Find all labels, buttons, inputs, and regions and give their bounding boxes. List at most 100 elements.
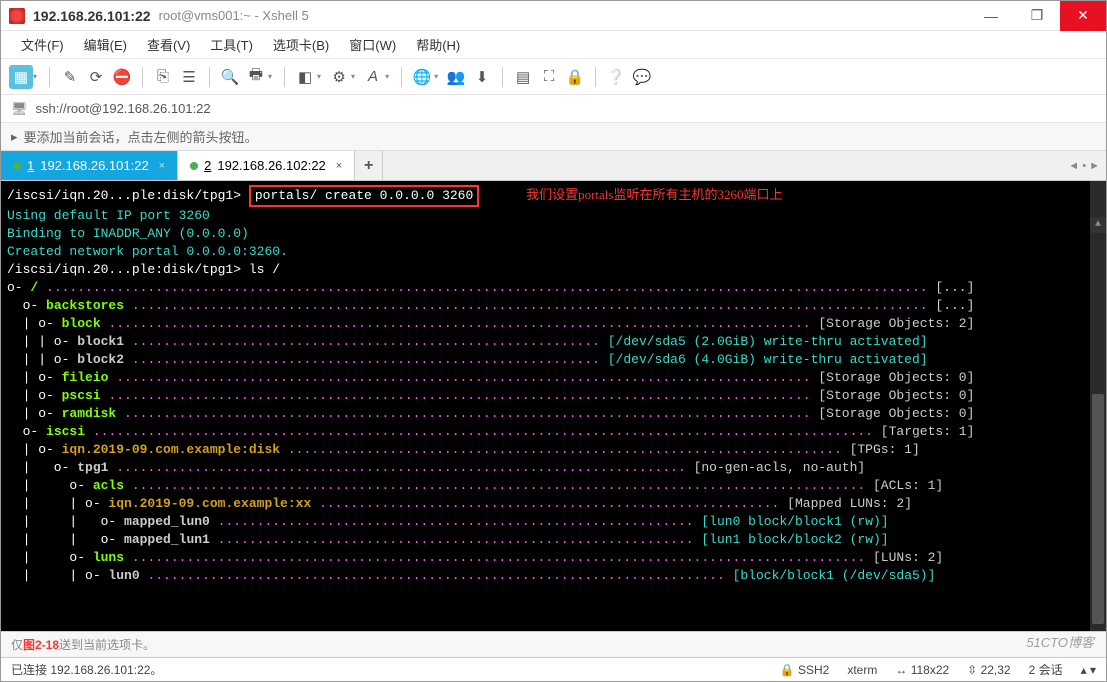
dropdown-icon[interactable]: ▾ — [434, 72, 438, 81]
output-line: Using default IP port 3260 — [7, 208, 210, 223]
tree-info: [Storage Objects: 0] — [818, 370, 974, 385]
tree-info: [ACLs: 1] — [873, 478, 943, 493]
maximize-button[interactable]: ❐ — [1014, 1, 1060, 31]
watermark: 51CTO博客 — [1026, 632, 1094, 651]
separator — [502, 67, 503, 87]
ssh-lock-icon: 🖥 — [11, 101, 28, 117]
disconnect-icon[interactable]: ⛔ — [110, 65, 134, 89]
tree-node: mapped_lun0 — [124, 514, 210, 529]
properties-icon[interactable]: ☰ — [177, 65, 201, 89]
tree-info: [/dev/sda6 (4.0GiB) write-thru activated… — [608, 352, 928, 367]
tree-node: lun0 — [108, 568, 139, 583]
session-tabs: 1 192.168.26.101:22 × 2 192.168.26.102:2… — [1, 151, 1106, 181]
tab-add-button[interactable]: + — [355, 151, 383, 180]
tree-node: acls — [93, 478, 124, 493]
tree-node: iqn.2019-09.com.example:disk — [62, 442, 280, 457]
download-icon[interactable]: ⬇ — [470, 65, 494, 89]
dropdown-icon[interactable]: ▾ — [33, 72, 37, 81]
info-hint: 要添加当前会话，点击左侧的箭头按钮。 — [24, 127, 258, 146]
separator — [401, 67, 402, 87]
separator — [284, 67, 285, 87]
tree-node: tpg1 — [77, 460, 108, 475]
separator — [49, 67, 50, 87]
tree-info: [TPGs: 1] — [850, 442, 920, 457]
tree-info: [Mapped LUNs: 2] — [787, 496, 912, 511]
tree-info: [block/block1 (/dev/sda5)] — [733, 568, 936, 583]
menu-help[interactable]: 帮助(H) — [408, 35, 468, 54]
status-dot-connected-icon — [13, 162, 21, 170]
menu-tools[interactable]: 工具(T) — [202, 35, 261, 54]
menu-window[interactable]: 窗口(W) — [341, 35, 404, 54]
menu-view[interactable]: 查看(V) — [139, 35, 198, 54]
status-size: ↔ 118x22 — [895, 663, 949, 677]
status-updown-icon[interactable]: ▴ ▾ — [1081, 663, 1096, 677]
chat-icon[interactable]: 💬 — [630, 65, 654, 89]
hint-prefix: 仅 — [11, 636, 23, 653]
users-icon[interactable]: 👥 — [444, 65, 468, 89]
status-bar: 已连接 192.168.26.101:22。 🔒 SSH2 xterm ↔ 11… — [1, 657, 1106, 681]
status-ssh: 🔒 SSH2 — [780, 663, 830, 677]
session-tab-1[interactable]: 1 192.168.26.101:22 × — [1, 151, 178, 180]
menu-edit[interactable]: 编辑(E) — [76, 35, 135, 54]
status-connected: 已连接 192.168.26.101:22。 — [11, 661, 162, 678]
tab-scroll-arrows[interactable]: ◄ • ► — [1068, 151, 1100, 180]
tab-number: 1 — [27, 158, 34, 173]
terminal[interactable]: /iscsi/iqn.20...ple:disk/tpg1> portals/ … — [1, 181, 1106, 631]
menu-file[interactable]: 文件(F) — [13, 35, 72, 54]
address-bar: 🖥 ssh://root@192.168.26.101:22 — [1, 95, 1106, 123]
reconnect-icon[interactable]: ⟳ — [84, 65, 108, 89]
window-title-main: 192.168.26.101:22 — [33, 8, 151, 24]
session-tab-2[interactable]: 2 192.168.26.102:22 × — [178, 151, 355, 180]
print-icon[interactable]: 🖶 — [244, 65, 268, 89]
copy-icon[interactable]: ⎘ — [151, 65, 175, 89]
status-term: xterm — [847, 663, 877, 677]
tab-close-icon[interactable]: × — [159, 160, 165, 172]
status-dot-connected-icon — [190, 162, 198, 170]
new-session-icon[interactable]: ▦ — [9, 65, 33, 89]
tree-node: ramdisk — [62, 406, 117, 421]
dropdown-icon[interactable]: ▾ — [317, 72, 321, 81]
tree-node: block2 — [77, 352, 124, 367]
tab-close-icon[interactable]: × — [336, 160, 342, 172]
tab-label: 192.168.26.101:22 — [40, 158, 148, 173]
tree-node: luns — [93, 550, 124, 565]
dropdown-icon[interactable]: ▾ — [268, 72, 272, 81]
tree-info: [no-gen-acls, no-auth] — [694, 460, 866, 475]
globe-icon[interactable]: 🌐 — [410, 65, 434, 89]
color-icon[interactable]: ◧ — [293, 65, 317, 89]
tree-node: fileio — [62, 370, 109, 385]
help-icon[interactable]: ❔ — [604, 65, 628, 89]
tree-node: pscsi — [62, 388, 101, 403]
dropdown-icon[interactable]: ▾ — [351, 72, 355, 81]
scrollbar-thumb[interactable] — [1092, 394, 1104, 624]
tree-node: block — [62, 316, 101, 331]
ellipsis: [...] — [935, 298, 974, 313]
fullscreen-icon[interactable]: ⛶ — [537, 65, 561, 89]
terminal-scrollbar[interactable]: ▲ ▼ — [1090, 181, 1106, 631]
status-cursor: ⇳ 22,32 — [967, 663, 1010, 677]
status-sessions: 2 会话 — [1029, 661, 1063, 678]
address-url[interactable]: ssh://root@192.168.26.101:22 — [36, 101, 211, 116]
window-buttons: — ❐ ✕ — [968, 1, 1106, 31]
close-button[interactable]: ✕ — [1060, 1, 1106, 31]
encoding-icon[interactable]: ⚙ — [327, 65, 351, 89]
hint-arrow-icon[interactable]: ▸ — [11, 129, 18, 145]
edit-icon[interactable]: ✎ — [58, 65, 82, 89]
search-icon[interactable]: 🔍 — [218, 65, 242, 89]
minimize-button[interactable]: — — [968, 1, 1014, 31]
send-hint-bar: 仅图2-18送到当前选项卡。 — [1, 631, 1106, 657]
command-highlight: portals/ create 0.0.0.0 3260 — [249, 185, 479, 207]
lock-icon[interactable]: 🔒 — [563, 65, 587, 89]
dropdown-icon[interactable]: ▾ — [385, 72, 389, 81]
font-icon[interactable]: A — [361, 65, 385, 89]
tree-info: [Storage Objects: 2] — [818, 316, 974, 331]
hint-suffix: 送到当前选项卡。 — [59, 636, 155, 653]
tree-node: backstores — [46, 298, 124, 313]
scroll-up-icon: ▲ — [1090, 217, 1106, 233]
tree-info: [lun1 block/block2 (rw)] — [701, 532, 888, 547]
layout-icon[interactable]: ▤ — [511, 65, 535, 89]
tree-node: block1 — [77, 334, 124, 349]
tree-info: [Storage Objects: 0] — [818, 388, 974, 403]
output-line: Created network portal 0.0.0.0:3260. — [7, 244, 288, 259]
menu-tab[interactable]: 选项卡(B) — [265, 35, 337, 54]
